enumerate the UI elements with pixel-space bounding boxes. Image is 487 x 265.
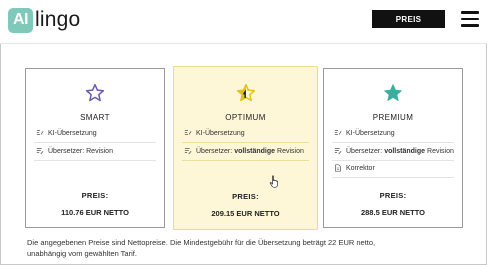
price-value: 209.15 EUR NETTO xyxy=(211,209,280,218)
plan-name: SMART xyxy=(80,113,110,122)
star-filled-icon xyxy=(384,84,402,101)
feature-text-bold: vollständige xyxy=(384,147,426,155)
feature-item: Korrektor xyxy=(334,164,375,172)
feature-text-suffix: Revision xyxy=(427,147,454,155)
feature-text: KI-Übersetzung xyxy=(48,129,97,137)
plan-name: OPTIMUM xyxy=(225,113,266,122)
feature-item: Übersetzer: vollständige Revision xyxy=(334,147,454,155)
ai-translate-icon xyxy=(36,130,44,135)
price-label: PREIS: xyxy=(232,192,259,201)
divider xyxy=(34,160,156,161)
divider xyxy=(34,142,156,143)
star-outline-icon xyxy=(85,83,105,102)
divider xyxy=(182,160,309,161)
plan-card-optimum[interactable]: OPTIMUM KI-Übersetzung Übersetzer: volls… xyxy=(173,66,318,230)
ai-translate-icon xyxy=(334,130,342,135)
divider xyxy=(332,142,454,143)
star-half-icon xyxy=(236,83,255,102)
price-label: PREIS: xyxy=(81,191,109,200)
divider xyxy=(182,142,309,143)
feature-item: KI-Übersetzung xyxy=(334,129,395,137)
plan-card-premium[interactable]: PREMIUM KI-Übersetzung Übersetzer: volls… xyxy=(323,68,463,228)
footnote-line: unabhängig vom gewählten Tarif. xyxy=(27,249,137,258)
revision-icon xyxy=(36,148,44,155)
feature-item: Übersetzer: vollständige Revision xyxy=(184,147,304,155)
price-value: 110.76 EUR NETTO xyxy=(61,208,129,217)
preis-button[interactable]: PREIS xyxy=(372,10,445,28)
plan-name: PREMIUM xyxy=(372,113,414,122)
feature-text: KI-Übersetzung xyxy=(196,129,245,137)
footnote-line: Die angegebenen Preise sind Nettopreise.… xyxy=(27,238,376,247)
hamburger-menu-icon[interactable] xyxy=(461,11,479,27)
feature-text: Übersetzer: Revision xyxy=(48,147,113,155)
feature-text-prefix: Übersetzer: xyxy=(346,147,383,155)
feature-item: Übersetzer: Revision xyxy=(36,147,113,155)
plan-card-smart[interactable]: SMART KI-Übersetzung Übersetzer: Revisio… xyxy=(25,68,165,228)
feature-text: KI-Übersetzung xyxy=(346,129,395,137)
feature-item: KI-Übersetzung xyxy=(36,129,97,137)
revision-icon xyxy=(334,148,342,155)
site-header: AI lingo PREIS xyxy=(0,0,487,44)
price-label: PREIS: xyxy=(379,191,407,200)
hand-cursor-icon xyxy=(269,175,278,188)
logo-ai-badge: AI xyxy=(8,7,33,33)
logo-text: lingo xyxy=(35,8,81,31)
ai-translate-icon xyxy=(184,130,192,135)
feature-item: KI-Übersetzung xyxy=(184,129,245,137)
feature-text: Korrektor xyxy=(346,164,375,172)
divider xyxy=(332,160,454,161)
revision-icon xyxy=(184,148,192,155)
price-value: 288.5 EUR NETTO xyxy=(360,208,426,217)
price-footnote: Die angegebenen Preise sind Nettopreise.… xyxy=(27,237,482,259)
document-icon xyxy=(335,164,341,172)
ailingo-logo[interactable]: AI lingo xyxy=(8,7,80,33)
feature-text-suffix: Revision xyxy=(277,147,304,155)
feature-text-bold: vollständige xyxy=(234,147,276,155)
divider xyxy=(332,177,454,178)
feature-text-prefix: Übersetzer: xyxy=(196,147,233,155)
